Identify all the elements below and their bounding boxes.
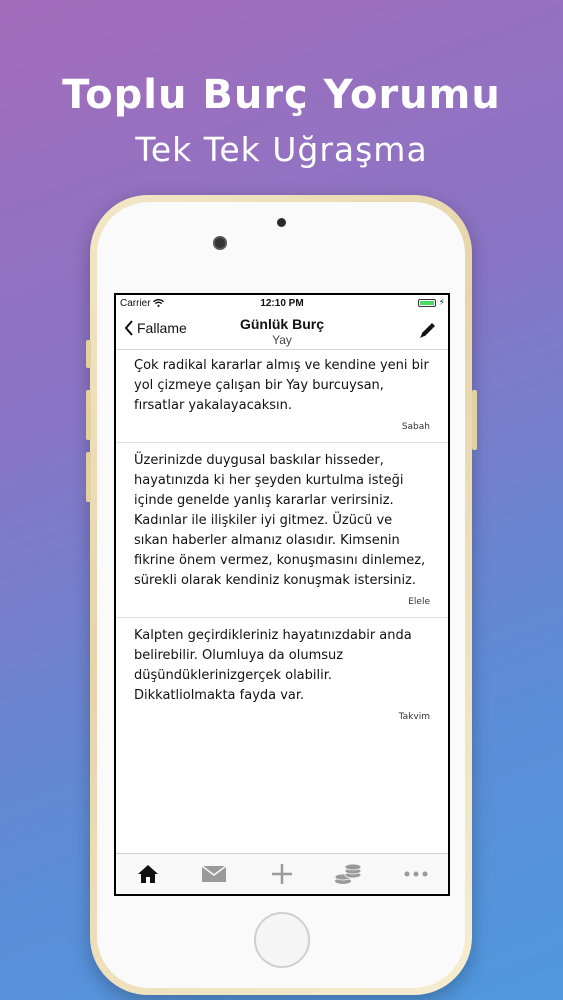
page-subtitle: Yay xyxy=(272,333,292,347)
horoscope-list[interactable]: Çok radikal kararlar almış ve kendine ye… xyxy=(116,350,448,854)
entry-text: Çok radikal kararlar almış ve kendine ye… xyxy=(134,358,429,413)
plus-icon xyxy=(272,864,292,884)
entry-source: Takvim xyxy=(398,712,430,722)
tab-more[interactable] xyxy=(402,862,430,886)
more-icon xyxy=(404,871,428,877)
entry-text: Üzerinizde duygusal baskılar hisseder, h… xyxy=(134,453,426,588)
volume-down-button xyxy=(86,452,91,502)
app-screen: Carrier 12:10 PM ⚡ Fallame Günlük Burç Y… xyxy=(116,295,448,894)
navigation-bar: Fallame Günlük Burç Yay xyxy=(116,313,448,350)
volume-up-button xyxy=(86,390,91,440)
coins-icon xyxy=(334,863,362,884)
status-bar: Carrier 12:10 PM ⚡ xyxy=(116,295,448,313)
edit-button[interactable] xyxy=(418,322,436,345)
earpiece-dot xyxy=(277,218,286,227)
promo-subtitle: Tek Tek Uğraşma xyxy=(135,130,428,169)
tab-home[interactable] xyxy=(134,862,162,886)
battery-fill xyxy=(420,301,434,305)
tab-add[interactable] xyxy=(268,862,296,886)
horoscope-entry: Üzerinizde duygusal baskılar hisseder, h… xyxy=(116,443,448,607)
home-button[interactable] xyxy=(254,912,310,968)
home-icon xyxy=(138,865,158,883)
entry-text: Kalpten geçirdikleriniz hayatınızdabir a… xyxy=(134,628,412,703)
entry-source: Elele xyxy=(408,597,430,607)
entry-source: Sabah xyxy=(401,422,430,432)
charging-icon: ⚡ xyxy=(438,297,445,307)
battery-icon xyxy=(418,299,436,307)
pen-icon xyxy=(420,323,435,338)
mute-switch xyxy=(86,340,91,368)
horoscope-entry: Çok radikal kararlar almış ve kendine ye… xyxy=(116,350,448,432)
horoscope-entry: Kalpten geçirdikleriniz hayatınızdabir a… xyxy=(116,618,448,722)
status-time: 12:10 PM xyxy=(260,298,304,309)
front-camera xyxy=(213,236,227,250)
phone-screen: Carrier 12:10 PM ⚡ Fallame Günlük Burç Y… xyxy=(114,293,450,896)
power-button xyxy=(472,390,477,450)
mail-icon xyxy=(201,865,227,882)
tab-bar xyxy=(116,853,448,894)
tab-messages[interactable] xyxy=(200,862,228,886)
tab-coins[interactable] xyxy=(334,862,362,886)
promo-title: Toplu Burç Yorumu xyxy=(62,72,501,118)
page-title: Günlük Burç xyxy=(239,316,324,332)
